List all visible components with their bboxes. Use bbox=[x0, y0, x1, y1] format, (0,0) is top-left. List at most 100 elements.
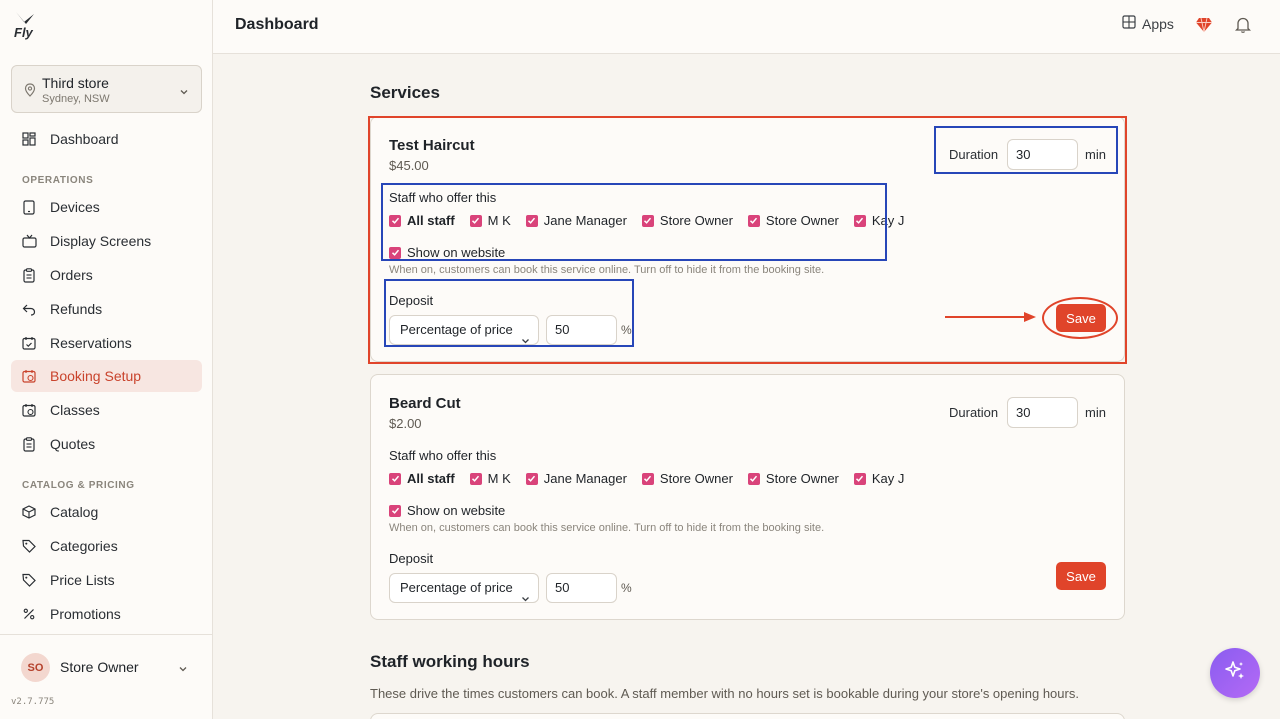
percent-icon bbox=[21, 606, 37, 622]
checkmark-icon bbox=[641, 472, 654, 485]
sidebar-item-label: Classes bbox=[50, 402, 100, 418]
sidebar-item-quotes[interactable]: Quotes bbox=[11, 428, 202, 460]
annotation-circle-save bbox=[1042, 297, 1118, 339]
checkmark-icon bbox=[389, 504, 401, 517]
chevron-down-icon bbox=[178, 661, 188, 679]
sidebar-item-label: Price Lists bbox=[50, 572, 115, 588]
store-selector[interactable]: Third store Sydney, NSW bbox=[11, 65, 202, 113]
deposit-type-select[interactable]: Percentage of price bbox=[389, 573, 539, 603]
checkmark-icon bbox=[389, 472, 401, 485]
tablet-icon bbox=[21, 199, 37, 215]
staff-checkbox[interactable]: Store Owner bbox=[747, 471, 839, 486]
calendar-check-icon bbox=[21, 335, 37, 351]
section-label-catalog: CATALOG & PRICING bbox=[22, 480, 135, 491]
show-on-website-row: Show on website bbox=[389, 503, 520, 518]
sidebar-item-label: Orders bbox=[50, 267, 93, 283]
sidebar-item-catalog[interactable]: Catalog bbox=[11, 496, 202, 528]
sidebar-item-orders[interactable]: Orders bbox=[11, 259, 202, 291]
calendar-clock-icon bbox=[21, 402, 37, 418]
sidebar-item-label: Reservations bbox=[50, 335, 132, 351]
sidebar-item-promotions[interactable]: Promotions bbox=[11, 598, 202, 630]
service-name: Beard Cut bbox=[389, 395, 461, 412]
chevron-down-icon bbox=[179, 84, 189, 102]
tv-icon bbox=[21, 233, 37, 249]
dashboard-icon bbox=[21, 131, 37, 147]
annotation-arrow-icon bbox=[945, 312, 1036, 322]
sidebar-item-label: Display Screens bbox=[50, 233, 152, 249]
services-heading: Services bbox=[370, 83, 440, 102]
service-card-beard-cut: Beard Cut $2.00 Duration 30 min Staff wh… bbox=[370, 374, 1125, 620]
clipboard-icon bbox=[21, 436, 37, 452]
user-name: Store Owner bbox=[60, 659, 139, 675]
user-menu[interactable]: SO Store Owner bbox=[0, 634, 213, 700]
sidebar-item-label: Dashboard bbox=[50, 131, 119, 147]
section-label-operations: OPERATIONS bbox=[22, 175, 94, 186]
staff-checkbox[interactable]: Kay J bbox=[853, 471, 904, 486]
undo-icon bbox=[21, 301, 37, 317]
page-title: Dashboard bbox=[235, 16, 319, 33]
sidebar-item-label: Booking Setup bbox=[50, 368, 142, 384]
map-pin-icon bbox=[24, 83, 36, 102]
top-bar: Dashboard Apps bbox=[213, 0, 1280, 54]
checkmark-icon bbox=[853, 472, 866, 485]
checkmark-icon bbox=[525, 472, 538, 485]
sidebar-item-label: Devices bbox=[50, 199, 100, 215]
checkmark-icon bbox=[747, 472, 760, 485]
sidebar-item-categories[interactable]: Categories bbox=[11, 530, 202, 562]
clipboard-icon bbox=[21, 267, 37, 283]
service-price: $2.00 bbox=[389, 416, 422, 431]
staff-checkbox[interactable]: M K bbox=[469, 471, 511, 486]
sidebar-item-label: Refunds bbox=[50, 301, 103, 317]
calendar-clock-icon bbox=[21, 368, 37, 384]
sidebar-item-label: Catalog bbox=[50, 504, 99, 520]
sparkle-icon bbox=[1223, 659, 1247, 688]
deposit-label: Deposit bbox=[389, 551, 434, 566]
sidebar-item-reservations[interactable]: Reservations bbox=[11, 327, 202, 359]
annotation-highlight-duration bbox=[934, 126, 1118, 174]
sidebar: Fly Third store Sydney, NSW Dashboard OP… bbox=[0, 0, 213, 719]
sidebar-item-price-lists[interactable]: Price Lists bbox=[11, 564, 202, 596]
sidebar-item-classes[interactable]: Classes bbox=[11, 394, 202, 426]
sidebar-item-dashboard[interactable]: Dashboard bbox=[11, 123, 202, 155]
staff-checkbox[interactable]: Jane Manager bbox=[525, 471, 627, 486]
staff-hours-card bbox=[370, 713, 1125, 719]
avatar: SO bbox=[21, 653, 50, 682]
tag-icon bbox=[21, 572, 37, 588]
staff-hours-description: These drive the times customers can book… bbox=[370, 686, 1079, 701]
duration-label: Duration bbox=[949, 405, 999, 420]
ai-assistant-button[interactable] bbox=[1210, 648, 1260, 698]
deposit-unit: % bbox=[621, 581, 632, 595]
staff-hours-heading: Staff working hours bbox=[370, 652, 530, 671]
fly-logo[interactable]: Fly bbox=[12, 10, 38, 40]
sidebar-item-booking-setup[interactable]: Booking Setup bbox=[11, 360, 202, 392]
sidebar-item-label: Categories bbox=[50, 538, 118, 554]
box-icon bbox=[21, 504, 37, 520]
sidebar-item-devices[interactable]: Devices bbox=[11, 191, 202, 223]
staff-checkbox[interactable]: Store Owner bbox=[641, 471, 733, 486]
staff-label: Staff who offer this bbox=[389, 448, 497, 463]
sidebar-item-refunds[interactable]: Refunds bbox=[11, 293, 202, 325]
staff-checkbox-all[interactable]: All staff bbox=[389, 471, 455, 486]
gem-icon[interactable] bbox=[1195, 16, 1213, 39]
apps-button[interactable]: Apps bbox=[1122, 15, 1174, 32]
save-button[interactable]: Save bbox=[1056, 562, 1106, 590]
sidebar-item-label: Promotions bbox=[50, 606, 121, 622]
sidebar-item-display-screens[interactable]: Display Screens bbox=[11, 225, 202, 257]
tag-icon bbox=[21, 538, 37, 554]
show-on-website-checkbox[interactable]: Show on website bbox=[389, 503, 505, 518]
chevron-down-icon bbox=[521, 585, 530, 613]
app-version: v2.7.775 bbox=[11, 697, 55, 707]
annotation-highlight-staff bbox=[381, 183, 887, 261]
annotation-highlight-deposit bbox=[384, 279, 634, 347]
apps-label: Apps bbox=[1142, 15, 1174, 32]
logo-text: Fly bbox=[14, 25, 33, 40]
grid-icon bbox=[1122, 15, 1136, 32]
deposit-value-input[interactable]: 50 bbox=[546, 573, 617, 603]
staff-checkbox-row: All staff M K Jane Manager Store Owner S… bbox=[389, 471, 919, 486]
checkmark-icon bbox=[469, 472, 482, 485]
sidebar-item-label: Quotes bbox=[50, 436, 96, 452]
duration-unit: min bbox=[1085, 405, 1106, 420]
store-location: Sydney, NSW bbox=[42, 93, 110, 105]
duration-input[interactable]: 30 bbox=[1007, 397, 1078, 428]
bell-icon[interactable] bbox=[1234, 16, 1252, 39]
